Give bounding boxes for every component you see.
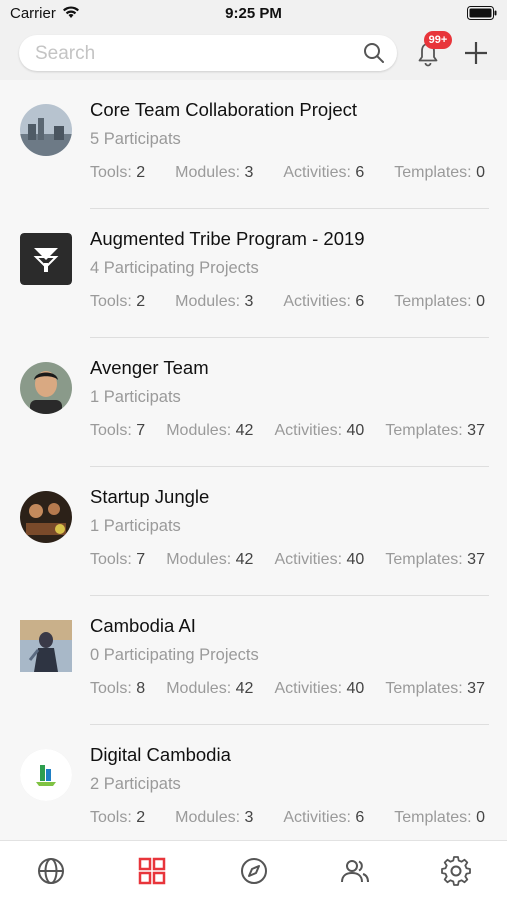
tab-bar [0,840,507,901]
stat-modules: Modules: 3 [175,164,254,181]
list-item[interactable]: Core Team Collaboration Project 5 Partic… [0,80,507,209]
stat-templates: Templates: 37 [385,551,485,568]
avatar [20,362,72,414]
stat-activities: Activities: 40 [274,422,365,439]
item-subtitle: 1 Participats [90,517,181,535]
stat-templates: Templates: 0 [394,293,485,310]
stat-modules: Modules: 42 [166,680,254,697]
list-item[interactable]: Cambodia AI 0 Participating Projects Too… [0,596,507,725]
stat-templates: Templates: 0 [394,809,485,826]
stat-tools: Tools: 7 [90,551,146,568]
item-title: Startup Jungle [90,486,210,507]
stat-tools: Tools: 2 [90,164,146,181]
list-item[interactable]: Digital Cambodia 2 Participats Tools: 2 … [0,725,507,840]
item-subtitle: 0 Participating Projects [90,646,259,664]
grid-icon[interactable] [136,855,168,887]
list-item[interactable]: Augmented Tribe Program - 2019 4 Partici… [0,209,507,338]
users-icon[interactable] [339,855,371,887]
stat-activities: Activities: 6 [283,164,365,181]
item-title: Cambodia AI [90,615,196,636]
notification-badge: 99+ [424,31,452,49]
stat-tools: Tools: 2 [90,809,146,826]
item-stats: Tools: 2 Modules: 3 Activities: 6 Templa… [90,809,485,827]
avatar [20,491,72,543]
search-placeholder: Search [35,43,96,64]
project-list: Core Team Collaboration Project 5 Partic… [0,80,507,840]
status-time: 9:25 PM [225,5,282,22]
item-subtitle: 5 Participats [90,130,181,148]
stat-activities: Activities: 6 [283,293,365,310]
item-title: Avenger Team [90,357,209,378]
item-subtitle: 2 Participats [90,775,181,793]
stat-modules: Modules: 42 [166,551,254,568]
item-subtitle: 1 Participats [90,388,181,406]
list-item[interactable]: Startup Jungle 1 Participats Tools: 7 Mo… [0,467,507,596]
stat-modules: Modules: 3 [175,809,254,826]
stat-templates: Templates: 37 [385,680,485,697]
list-item[interactable]: Avenger Team 1 Participats Tools: 7 Modu… [0,338,507,467]
add-icon[interactable] [463,40,489,66]
gear-icon[interactable] [440,855,472,887]
stat-activities: Activities: 40 [274,551,365,568]
stat-tools: Tools: 8 [90,680,146,697]
item-title: Digital Cambodia [90,744,231,765]
stat-templates: Templates: 0 [394,164,485,181]
item-title: Core Team Collaboration Project [90,99,358,120]
avatar [20,233,72,285]
search-input[interactable]: Search [19,35,397,71]
item-stats: Tools: 7 Modules: 42 Activities: 40 Temp… [90,551,485,569]
stat-activities: Activities: 40 [274,680,365,697]
search-icon[interactable] [363,42,385,64]
globe-icon[interactable] [35,855,67,887]
item-stats: Tools: 2 Modules: 3 Activities: 6 Templa… [90,293,485,311]
stat-modules: Modules: 42 [166,422,254,439]
stat-tools: Tools: 7 [90,422,146,439]
stat-tools: Tools: 2 [90,293,146,310]
item-stats: Tools: 2 Modules: 3 Activities: 6 Templa… [90,164,485,182]
item-title: Augmented Tribe Program - 2019 [90,228,365,249]
item-subtitle: 4 Participating Projects [90,259,259,277]
battery-icon [467,6,497,20]
stat-templates: Templates: 37 [385,422,485,439]
avatar [20,749,72,801]
avatar [20,620,72,672]
item-stats: Tools: 7 Modules: 42 Activities: 40 Temp… [90,422,485,440]
compass-icon[interactable] [238,855,270,887]
stat-modules: Modules: 3 [175,293,254,310]
status-bar: Carrier 9:25 PM [0,0,507,28]
avatar [20,104,72,156]
stat-activities: Activities: 6 [283,809,365,826]
item-stats: Tools: 8 Modules: 42 Activities: 40 Temp… [90,680,485,698]
